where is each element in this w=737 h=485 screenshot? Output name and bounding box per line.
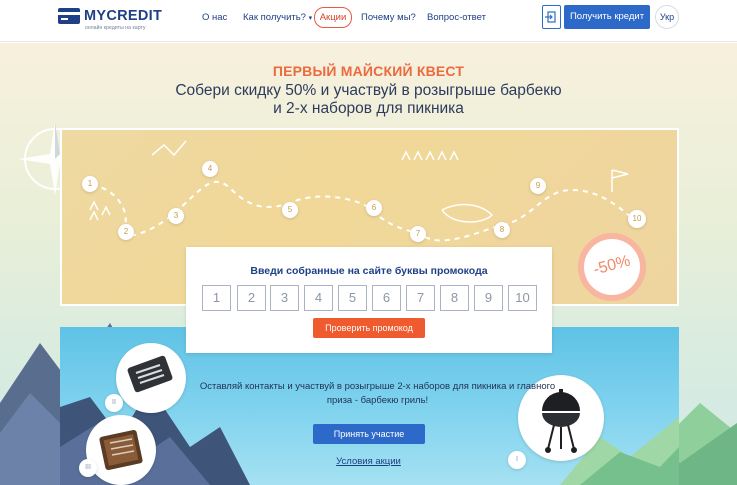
language-switch[interactable]: Укр bbox=[655, 5, 679, 29]
map-step-7: 7 bbox=[410, 226, 426, 242]
promo-code-card: Введи собранные на сайте буквы промокода… bbox=[186, 247, 552, 353]
promo-code-box-9[interactable]: 9 bbox=[474, 285, 503, 311]
site-header: MYCREDIT онлайн кредиты на карту О нас К… bbox=[0, 0, 737, 42]
promo-code-box-4[interactable]: 4 bbox=[304, 285, 333, 311]
map-step-label: 8 bbox=[499, 225, 505, 234]
map-step-9: 9 bbox=[530, 178, 546, 194]
map-step-label: 9 bbox=[535, 181, 541, 190]
map-step-10: 10 bbox=[628, 210, 646, 228]
promo-code-box-7[interactable]: 7 bbox=[406, 285, 435, 311]
prizes-text-line2: приза - барбекю гриль! bbox=[326, 395, 429, 406]
promo-code-box-3[interactable]: 3 bbox=[270, 285, 299, 311]
map-step-label: 10 bbox=[632, 214, 642, 223]
terms-link: Условия акции bbox=[0, 456, 737, 467]
promo-code-box-5[interactable]: 5 bbox=[338, 285, 367, 311]
logo-text: MYCREDIT bbox=[84, 8, 163, 24]
map-step-label: 3 bbox=[173, 211, 179, 220]
nav-about[interactable]: О нас bbox=[202, 12, 227, 23]
join-button[interactable]: Принять участие bbox=[313, 424, 425, 444]
map-step-4: 4 bbox=[202, 161, 218, 177]
nav-faq[interactable]: Вопрос-ответ bbox=[427, 12, 486, 23]
map-step-8: 8 bbox=[494, 222, 510, 238]
map-step-2: 2 bbox=[118, 224, 134, 240]
map-step-label: 2 bbox=[123, 227, 129, 236]
map-step-3: 3 bbox=[168, 208, 184, 224]
logo[interactable]: MYCREDIT онлайн кредиты на карту bbox=[58, 6, 178, 36]
promo-code-label: Введи собранные на сайте буквы промокода bbox=[250, 265, 488, 277]
nav-how-to-get[interactable]: Как получить? ▾ bbox=[243, 12, 312, 23]
quest-subtitle-line2: и 2-х наборов для пикника bbox=[273, 100, 464, 117]
terms-link-text[interactable]: Условия акции bbox=[336, 456, 401, 467]
check-promo-button[interactable]: Проверить промокод bbox=[313, 318, 425, 338]
map-step-label: 7 bbox=[415, 229, 421, 238]
discount-badge: -50% bbox=[573, 228, 651, 306]
login-button[interactable] bbox=[542, 5, 561, 29]
promo-code-box-8[interactable]: 8 bbox=[440, 285, 469, 311]
login-icon bbox=[545, 11, 556, 23]
nav-why-us[interactable]: Почему мы? bbox=[361, 12, 416, 23]
prizes-text-line1: Оставляй контакты и участвуй в розыгрыше… bbox=[199, 381, 556, 392]
map-step-label: 1 bbox=[87, 179, 93, 188]
logo-subtitle: онлайн кредиты на карту bbox=[85, 25, 146, 31]
map-step-6: 6 bbox=[366, 200, 382, 216]
promo-code-box-6[interactable]: 6 bbox=[372, 285, 401, 311]
map-step-label: 5 bbox=[287, 205, 293, 214]
map-step-label: 6 bbox=[371, 203, 377, 212]
nav-promotions[interactable]: Акции bbox=[314, 7, 352, 28]
get-credit-button[interactable]: Получить кредит bbox=[564, 5, 650, 29]
promo-code-box-10[interactable]: 10 bbox=[508, 285, 537, 311]
quest-subtitle-line1: Собери скидку 50% и участвуй в розыгрыше… bbox=[175, 82, 562, 99]
card-logo-icon bbox=[58, 8, 80, 24]
map-step-5: 5 bbox=[282, 202, 298, 218]
map-step-1: 1 bbox=[82, 176, 98, 192]
promo-code-box-2[interactable]: 2 bbox=[237, 285, 266, 311]
promo-code-box-1[interactable]: 1 bbox=[202, 285, 231, 311]
nav-how-label: Как получить? bbox=[243, 12, 306, 23]
map-step-label: 4 bbox=[207, 164, 213, 173]
chevron-down-icon: ▾ bbox=[308, 15, 313, 22]
quest-title: ПЕРВЫЙ МАЙСКИЙ КВЕСТ bbox=[272, 63, 465, 79]
